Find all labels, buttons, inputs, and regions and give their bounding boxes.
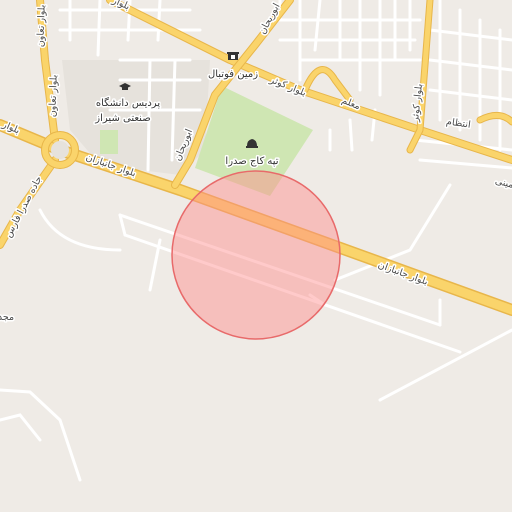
label-university-line1: پردیس دانشگاه	[96, 97, 160, 109]
label-football-field: زمین فوتبال	[208, 69, 258, 80]
map-view[interactable]: زمین فوتبال تپه کاج صدرا پردیس دانشگاه ص…	[0, 0, 512, 512]
label-kaj-hill: تپه کاج صدرا	[225, 156, 278, 167]
stadium-icon[interactable]	[227, 52, 239, 60]
label-taavon-2: بلوار تعاون	[47, 74, 59, 117]
map-canvas[interactable]: زمین فوتبال تپه کاج صدرا پردیس دانشگاه ص…	[0, 0, 512, 512]
radius-circle[interactable]	[171, 170, 341, 340]
label-university-line2: صنعتی شیراز	[94, 113, 150, 124]
label-taavon-1: بلوار تعاون	[35, 4, 47, 47]
label-left-edge: مجد	[0, 312, 14, 323]
